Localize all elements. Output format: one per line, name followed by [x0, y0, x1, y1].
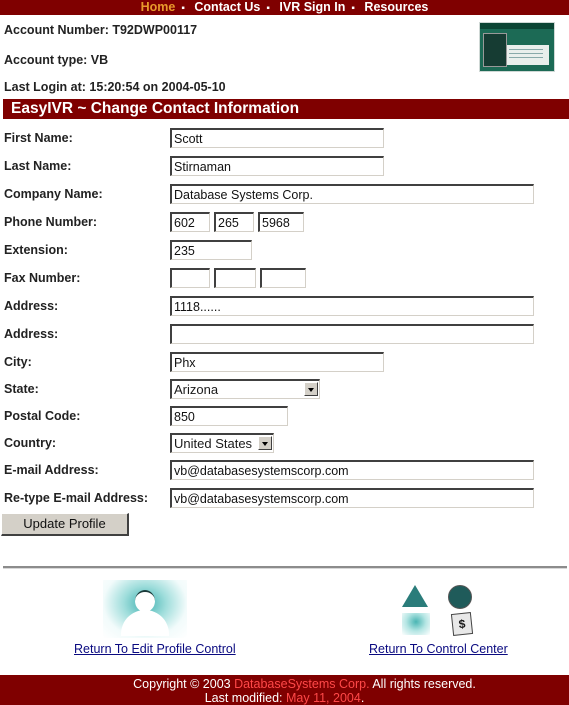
return-control-center-link[interactable]: Return To Control Center [369, 642, 508, 656]
country-label: Country: [4, 436, 57, 450]
license-text-area [507, 45, 549, 65]
nav-resources[interactable]: Resources [360, 0, 432, 14]
chevron-down-icon[interactable] [258, 436, 272, 450]
modified-date: May 11, 2004 [285, 691, 361, 705]
nav-ivr-sign-in[interactable]: IVR Sign In [275, 0, 349, 14]
fax-prefix-input[interactable] [214, 268, 256, 288]
license-photo [483, 33, 507, 67]
address-line2-label: Address: [4, 327, 59, 341]
nav-separator: ▪ [181, 3, 185, 14]
copyright-line: Copyright © 2003 DatabaseSystems Corp. A… [0, 677, 569, 691]
license-line [509, 53, 543, 54]
phone-prefix-input[interactable] [214, 212, 254, 232]
city-input[interactable] [170, 352, 384, 372]
top-navigation: Home ▪ Contact Us ▪ IVR Sign In ▪ Resources [0, 0, 569, 15]
first-name-label: First Name: [4, 131, 73, 145]
fax-number-label: Fax Number: [4, 271, 81, 285]
modified-suffix: . [360, 691, 365, 705]
license-line [509, 57, 543, 58]
divider [3, 566, 567, 569]
address-line1-label: Address: [4, 299, 59, 313]
fax-line-input[interactable] [260, 268, 306, 288]
copyright-suffix: All rights reserved. [369, 677, 476, 691]
company-name-label: Company Name: [4, 187, 103, 201]
account-number: Account Number: T92DWP00117 [4, 23, 198, 37]
email-confirm-input[interactable] [170, 488, 534, 508]
update-profile-button[interactable]: Update Profile [1, 513, 129, 536]
address-line1-input[interactable] [170, 296, 534, 316]
nav-home[interactable]: Home [137, 0, 180, 14]
nav-contact-us[interactable]: Contact Us [190, 0, 264, 14]
modified-prefix: Last modified: [204, 691, 286, 705]
last-name-input[interactable] [170, 156, 384, 176]
warning-triangle-icon [402, 585, 428, 607]
phone-area-code-input[interactable] [170, 212, 210, 232]
phone-number-label: Phone Number: [4, 215, 98, 229]
license-line [509, 49, 543, 50]
fax-area-code-input[interactable] [170, 268, 210, 288]
person-icon [402, 613, 430, 635]
chevron-down-icon[interactable] [304, 382, 318, 396]
account-type: Account type: VB [4, 53, 109, 67]
postal-code-input[interactable] [170, 406, 288, 426]
person-head [135, 590, 155, 612]
extension-input[interactable] [170, 240, 252, 260]
dollar-bills-icon: $ [450, 612, 474, 636]
company-link[interactable]: DatabaseSystems Corp. [234, 677, 369, 691]
address-line2-input[interactable] [170, 324, 534, 344]
control-center-icon[interactable]: $ [400, 583, 480, 637]
edit-profile-icon[interactable] [103, 580, 187, 638]
return-edit-profile-link[interactable]: Return To Edit Profile Control [74, 642, 236, 656]
state-selected-value: Arizona [174, 382, 219, 397]
postal-code-label: Postal Code: [4, 409, 81, 423]
email-confirm-label: Re-type E-mail Address: [4, 491, 149, 505]
nav-separator: ▪ [351, 3, 355, 14]
company-name-input[interactable] [170, 184, 534, 204]
state-label: State: [4, 382, 39, 396]
footer: Copyright © 2003 DatabaseSystems Corp. A… [0, 675, 569, 705]
country-selected-value: United States [174, 436, 253, 451]
phone-line-input[interactable] [258, 212, 304, 232]
people-circle-icon [448, 585, 472, 609]
city-label: City: [4, 355, 32, 369]
last-name-label: Last Name: [4, 159, 72, 173]
extension-label: Extension: [4, 243, 68, 257]
copyright-prefix: Copyright © 2003 [133, 677, 235, 691]
drivers-license-icon [479, 22, 555, 72]
page-title: EasyIVR ~ Change Contact Information [3, 99, 569, 119]
last-modified-line: Last modified: May 11, 2004. [0, 691, 569, 705]
country-select[interactable]: United States [170, 433, 274, 453]
nav-separator: ▪ [266, 3, 270, 14]
license-header-band [480, 23, 554, 29]
last-login: Last Login at: 15:20:54 on 2004-05-10 [4, 80, 226, 94]
person-body [121, 610, 169, 636]
state-select[interactable]: Arizona [170, 379, 320, 399]
email-label: E-mail Address: [4, 463, 99, 477]
email-input[interactable] [170, 460, 534, 480]
first-name-input[interactable] [170, 128, 384, 148]
